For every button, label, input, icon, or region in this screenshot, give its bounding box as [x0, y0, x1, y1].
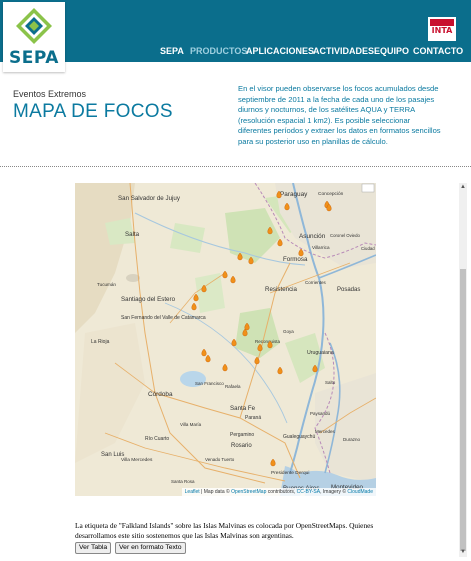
map-label-villarrica: Villarrica — [312, 245, 330, 250]
page-title: MAPA DE FOCOS — [13, 101, 173, 122]
attribution-imagery-link[interactable]: CloudMade — [347, 489, 373, 495]
map-attribution: Leaflet | Map data © OpenStreetMap contr… — [181, 488, 376, 496]
scroll-down-icon[interactable]: ▼ — [460, 549, 466, 555]
map-label-asuncion: Asunción — [299, 233, 326, 240]
map-label-cordoba: Córdoba — [148, 391, 173, 398]
map-label-resistencia: Resistencia — [265, 286, 298, 293]
map-label-santa-fe: Santa Fe — [230, 405, 256, 412]
map-label-reconquista: Reconquista — [255, 339, 281, 344]
inta-logo-bar — [430, 19, 454, 26]
map-label-la-rioja: La Rioja — [91, 339, 110, 345]
inta-logo[interactable]: INTA — [428, 17, 456, 41]
page-description: En el visor pueden observarse los focos … — [238, 84, 441, 146]
zoom-control[interactable] — [361, 183, 375, 193]
map-label-santa-rosa: Santa Rosa — [171, 479, 195, 484]
map-label-parana: Paraná — [245, 415, 261, 421]
nav-item-actividades[interactable]: ACTIVIDADES — [313, 46, 374, 56]
scroll-thumb[interactable] — [460, 269, 466, 551]
attribution-license-link[interactable]: CC-BY-SA — [297, 489, 320, 495]
map-label-paysandu: Paysandú — [310, 411, 331, 416]
map-label-villa-maria: Villa María — [180, 422, 202, 427]
map-label-tucuman: Tucumán — [97, 282, 116, 287]
nav-item-productos[interactable]: PRODUCTOS — [190, 46, 247, 56]
map-label-venado-tuerto: Venado Tuerto — [205, 457, 235, 462]
nav-item-aplicaciones[interactable]: APLICACIONES — [246, 46, 314, 56]
sepa-logo-text: SEPA — [9, 48, 59, 68]
inta-logo-text: INTA — [431, 26, 453, 35]
map-label-san-salvador: San Salvador de Jujuy — [118, 195, 181, 202]
map-label-posadas: Posadas — [337, 287, 360, 293]
map-label-santiago: Santiago del Estero — [121, 296, 176, 303]
map-label-ciudad: Ciudad — [361, 246, 375, 251]
attribution-text-1: | Map data © — [199, 489, 232, 495]
nav-item-contacto[interactable]: CONTACTO — [413, 46, 463, 56]
map-label-coronel-oviedo: Coronel Oviedo — [330, 233, 360, 238]
site-header: INTA SEPA PRODUCTOS APLICACIONES ACTIVID… — [0, 0, 471, 62]
map-label-uruguaiana: Uruguaiana — [307, 350, 334, 356]
map-label-goya: Goya — [283, 329, 294, 334]
map-label-salto: Salto — [325, 380, 336, 385]
map-label-salta: Salta — [125, 231, 140, 238]
attribution-text-3: , Imagery © — [320, 489, 348, 495]
fire-map[interactable]: San Salvador de Jujuy Salta Paraguay Concep… — [75, 183, 376, 496]
map-label-gualeguaychu: Gualeguaychú — [283, 434, 315, 440]
map-label-paraguay: Paraguay — [280, 191, 308, 198]
map-label-concepcion: Concepción — [318, 191, 344, 197]
map-label-rafaela: Rafaela — [225, 384, 241, 389]
view-table-button[interactable]: Ver Tabla — [75, 542, 112, 554]
map-label-mercedes: Mercedes — [315, 429, 336, 434]
page-scrollbar[interactable]: ▲ ▼ — [459, 183, 467, 557]
map-label-san-francisco: San Francisco — [195, 381, 224, 386]
map-label-catamarca: San Fernando del Valle de Catamarca — [121, 315, 206, 321]
view-text-button[interactable]: Ver en formato Texto — [115, 542, 186, 554]
sepa-logo[interactable]: SEPA — [3, 2, 65, 72]
map-label-villa-mercedes: Villa Mercedes — [121, 457, 153, 463]
malvinas-note: La etiqueta de "Falkland Islands" sobre … — [75, 521, 374, 540]
breadcrumb: Eventos Extremos — [13, 89, 87, 99]
nav-item-sepa[interactable]: SEPA — [160, 46, 184, 56]
map-label-rosario: Rosario — [231, 443, 252, 449]
dotted-divider — [0, 166, 471, 167]
map-label-rio-cuarto: Río Cuarto — [145, 436, 169, 442]
map-label-formosa: Formosa — [283, 256, 308, 263]
sepa-logo-diamond-icon — [16, 8, 52, 44]
scroll-up-icon[interactable]: ▲ — [460, 184, 466, 190]
attribution-text-2: contributors, — [266, 489, 297, 495]
nav-item-equipo[interactable]: EQUIPO — [374, 46, 409, 56]
map-label-corrientes: Corrientes — [305, 280, 327, 285]
attribution-osm-link[interactable]: OpenStreetMap — [231, 489, 266, 495]
map-label-durazno: Durazno — [343, 437, 361, 442]
map-label-presidente-derqui: Presidente Derqui — [271, 470, 309, 476]
map-canvas[interactable]: San Salvador de Jujuy Salta Paraguay Concep… — [75, 183, 376, 496]
map-label-pergamino: Pergamino — [230, 432, 254, 438]
attribution-leaflet-link[interactable]: Leaflet — [185, 489, 200, 495]
